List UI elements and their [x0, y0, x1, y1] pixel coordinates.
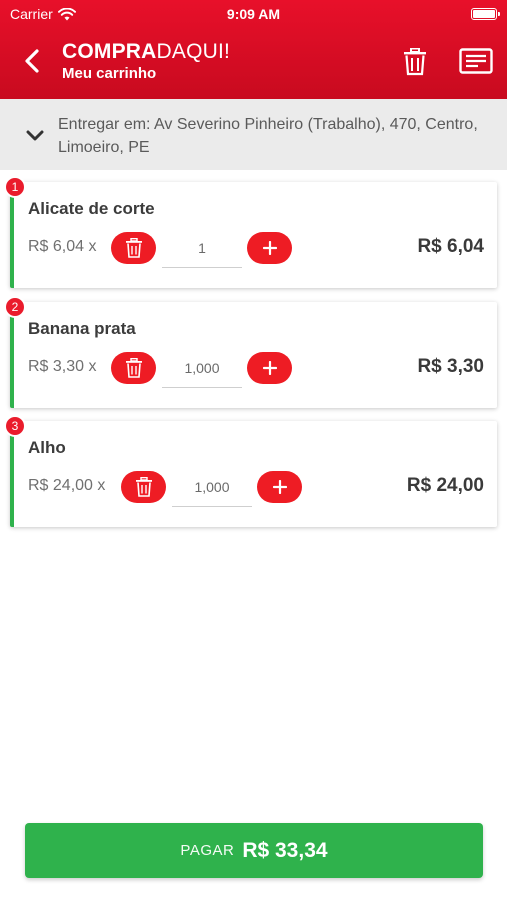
cart-item: 3 Alho R$ 24,00 x 1,000 R$ 24,00 — [4, 415, 497, 527]
unit-price: R$ 3,30 x — [28, 358, 97, 375]
add-quantity-button[interactable] — [247, 352, 292, 384]
plus-icon — [272, 480, 287, 494]
brand-bold: COMPRA — [62, 40, 157, 63]
battery-icon — [471, 8, 500, 20]
order-list-button[interactable] — [458, 45, 494, 77]
app-header: Carrier 9:09 AM COMPRADAQUI! Meu carrinh… — [0, 0, 507, 99]
item-total: R$ 6,04 — [417, 236, 484, 257]
item-index-badge: 2 — [4, 296, 26, 318]
product-name: Alicate de corte — [28, 199, 155, 218]
unit-price: R$ 6,04 x — [28, 238, 97, 255]
brand-logo: COMPRADAQUI! — [62, 40, 230, 64]
product-name: Alho — [28, 438, 66, 457]
product-name: Banana prata — [28, 319, 136, 338]
trash-icon — [125, 358, 142, 378]
add-quantity-button[interactable] — [247, 232, 292, 264]
item-total: R$ 24,00 — [406, 475, 484, 496]
quantity-field[interactable]: 1,000 — [172, 471, 252, 507]
unit-price: R$ 24,00 x — [28, 477, 106, 494]
remove-item-button[interactable] — [111, 232, 156, 264]
pay-amount: R$ 33,34 — [242, 838, 328, 862]
chevron-down-icon[interactable] — [24, 125, 46, 147]
clear-cart-button[interactable] — [399, 46, 431, 78]
page-title: Meu carrinho — [62, 65, 157, 82]
brand-light: DAQUI! — [156, 40, 231, 63]
cart-item: 2 Banana prata R$ 3,30 x 1,000 R$ 3,30 — [4, 296, 497, 408]
item-index-badge: 1 — [4, 176, 26, 198]
plus-icon — [262, 241, 277, 255]
remove-item-button[interactable] — [111, 352, 156, 384]
plus-icon — [262, 361, 277, 375]
trash-icon — [404, 48, 426, 76]
delivery-address-text: Entregar em: Av Severino Pinheiro (Traba… — [58, 116, 478, 156]
back-button[interactable] — [18, 46, 46, 76]
status-time: 9:09 AM — [226, 6, 281, 22]
cart-item: 1 Alicate de corte R$ 6,04 x 1 R$ 6,04 — [4, 176, 497, 288]
item-index-badge: 3 — [4, 415, 26, 437]
quantity-field[interactable]: 1 — [162, 232, 242, 268]
list-icon — [459, 48, 493, 74]
add-quantity-button[interactable] — [257, 471, 302, 503]
quantity-field[interactable]: 1,000 — [162, 352, 242, 388]
pay-button[interactable]: PAGAR R$ 33,34 — [25, 823, 483, 878]
item-total: R$ 3,30 — [417, 356, 484, 377]
chevron-left-icon — [25, 49, 39, 73]
trash-icon — [135, 477, 152, 497]
remove-item-button[interactable] — [121, 471, 166, 503]
status-bar: Carrier 9:09 AM — [0, 0, 507, 28]
pay-label: PAGAR — [180, 842, 235, 859]
trash-icon — [125, 238, 142, 258]
